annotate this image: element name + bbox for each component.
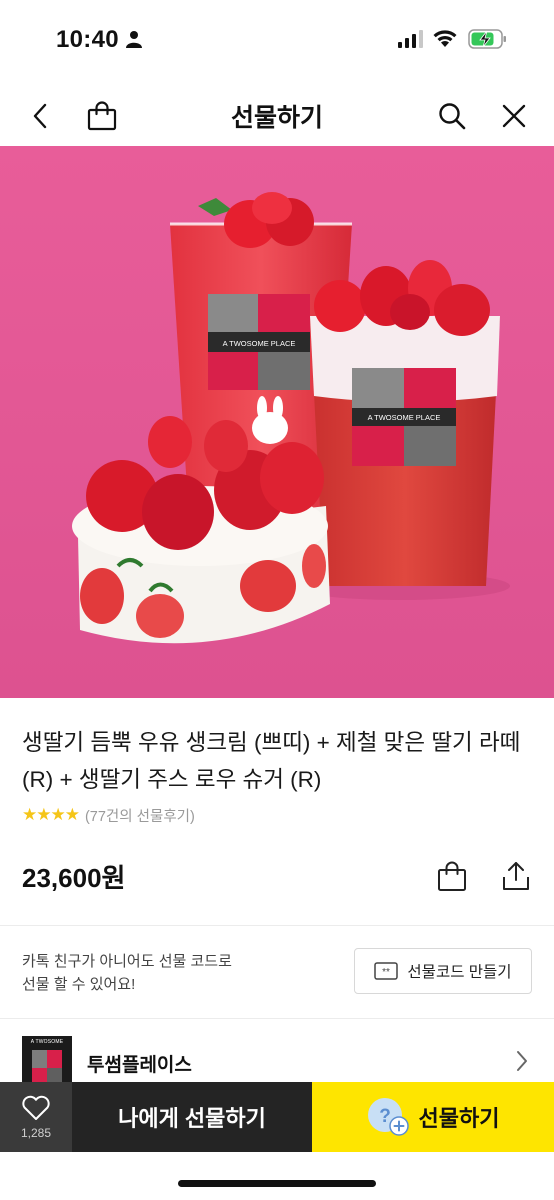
ticket-code-icon: ** <box>374 962 399 980</box>
share-button[interactable] <box>496 856 536 896</box>
search-icon <box>439 103 466 130</box>
create-gift-code-button[interactable]: ** 선물코드 만들기 <box>354 948 532 994</box>
review-count-link[interactable]: (77건의 선물후기) <box>85 805 195 826</box>
shopping-bag-button[interactable] <box>80 94 124 138</box>
bottom-action-bar: 1,285 나에게 선물하기 ? 선물하기 <box>0 1082 554 1152</box>
product-image[interactable]: A TWOSOME PLACE A TWOSOME PLACE <box>0 146 554 698</box>
gift-to-self-button[interactable]: 나에게 선물하기 <box>72 1082 312 1152</box>
close-button[interactable] <box>492 94 536 138</box>
rating-row[interactable]: ★★★★ (77건의 선물후기) <box>22 803 195 827</box>
product-title: 생딸기 듬뿍 우유 생크림 (쁘띠) + 제철 맞은 딸기 라떼 (R) + 생… <box>22 730 521 792</box>
brand-row[interactable]: A TWOSOME PLACE 투썸플레이스 <box>0 1034 554 1086</box>
wishlist-button[interactable]: 1,285 <box>0 1082 72 1152</box>
home-indicator[interactable] <box>178 1180 376 1187</box>
shopping-bag-icon <box>438 861 466 891</box>
cellular-signal-icon <box>398 30 424 53</box>
close-icon <box>502 104 526 128</box>
gift-code-line-2: 선물 할 수 있어요! <box>22 976 136 993</box>
navigation-bar: 선물하기 <box>0 84 554 146</box>
cup-logo-text-2: A TWOSOME PLACE <box>368 413 441 422</box>
person-icon <box>126 30 142 53</box>
svg-text:?: ? <box>379 1106 391 1127</box>
gift-code-description: 카톡 친구가 아니어도 선물 코드로 선물 할 수 있어요! <box>22 950 232 996</box>
brand-logo: A TWOSOME PLACE <box>22 1036 72 1086</box>
status-bar: 10:40 <box>0 0 554 84</box>
shopping-bag-icon <box>87 101 117 131</box>
wifi-icon <box>432 29 458 53</box>
battery-charging-icon <box>468 29 508 54</box>
add-to-cart-button[interactable] <box>432 856 472 896</box>
brand-logo-text: A TWOSOME PLACE <box>30 1039 64 1058</box>
svg-text:**: ** <box>383 967 391 978</box>
chevron-right-icon <box>517 1051 527 1071</box>
friend-add-icon: ? <box>367 1097 409 1137</box>
cup-logo-text: A TWOSOME PLACE <box>223 339 296 348</box>
send-gift-button[interactable]: ? 선물하기 <box>312 1082 554 1152</box>
section-divider <box>0 1018 554 1019</box>
rating-stars: ★★★★ <box>22 805 80 824</box>
heart-icon <box>22 1095 50 1120</box>
back-button[interactable] <box>18 94 62 138</box>
search-button[interactable] <box>430 94 474 138</box>
home-indicator-area <box>0 1152 554 1200</box>
chevron-left-icon <box>33 103 47 129</box>
status-time: 10:40 <box>56 26 119 53</box>
strawberry-latte-cup: A TWOSOME PLACE <box>310 260 500 586</box>
brand-name: 투썸플레이스 <box>87 1055 192 1076</box>
create-gift-code-label: 선물코드 만들기 <box>407 964 512 981</box>
product-price: 23,600원 <box>22 863 126 893</box>
gift-code-line-1: 카톡 친구가 아니어도 선물 코드로 <box>22 953 232 970</box>
share-icon <box>503 862 529 890</box>
section-divider <box>0 925 554 926</box>
send-gift-label: 선물하기 <box>418 1106 500 1131</box>
wishlist-count: 1,285 <box>20 1125 52 1140</box>
